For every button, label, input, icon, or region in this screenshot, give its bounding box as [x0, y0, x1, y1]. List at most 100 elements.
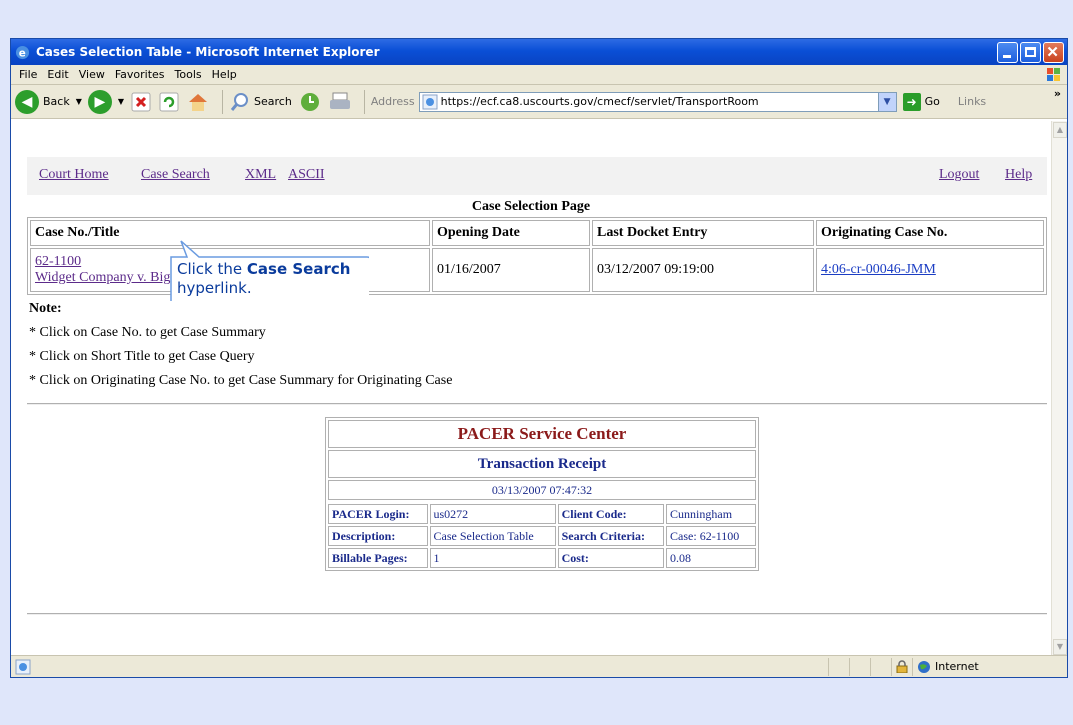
history-button[interactable] [298, 90, 322, 114]
receipt-label: Cost: [557, 548, 665, 568]
history-icon [300, 92, 319, 111]
court-navbar: Court Home Case Search XML ASCII Logout … [27, 157, 1047, 195]
search-button[interactable]: Search [229, 91, 292, 113]
maximize-button[interactable] [1020, 41, 1041, 63]
menu-bar: File Edit View Favorites Tools Help [11, 65, 1067, 85]
help-link[interactable]: Help [1005, 167, 1032, 183]
print-icon [329, 92, 350, 109]
ie-icon: e [15, 45, 30, 59]
menu-favorites[interactable]: Favorites [115, 68, 165, 81]
links-button[interactable]: Links [958, 95, 986, 108]
status-panel [849, 657, 870, 676]
vertical-scrollbar[interactable]: ▲ ▼ [1051, 121, 1067, 656]
note-item: * Click on Case No. to get Case Summary [29, 325, 266, 340]
case-search-link[interactable]: Case Search [141, 167, 210, 183]
minimize-button[interactable] [997, 41, 1018, 63]
stop-icon [131, 92, 151, 111]
close-button[interactable] [1043, 41, 1064, 63]
address-dropdown-icon[interactable]: ▼ [877, 92, 896, 111]
callout-text: Click the Case Search hyperlink. [177, 260, 365, 298]
back-label: Back [43, 95, 70, 108]
receipt-label: Billable Pages: [328, 548, 428, 568]
court-home-link[interactable]: Court Home [39, 167, 109, 183]
toolbar-separator [363, 89, 365, 114]
search-icon [230, 92, 249, 111]
refresh-icon [159, 92, 179, 111]
page-icon [422, 94, 438, 109]
transaction-receipt: PACER Service Center Transaction Receipt… [325, 417, 759, 571]
menu-tools[interactable]: Tools [175, 68, 202, 81]
receipt-label: Client Code: [557, 504, 665, 524]
scroll-down-icon[interactable]: ▼ [1053, 639, 1067, 655]
status-bar: Internet [11, 655, 1067, 677]
receipt-value: Case Selection Table [429, 526, 556, 546]
table-row: Billable Pages: 1 Cost: 0.08 [328, 548, 756, 568]
receipt-title: PACER Service Center [328, 420, 756, 448]
receipt-subtitle: Transaction Receipt [328, 450, 756, 478]
window-title: Cases Selection Table - Microsoft Intern… [36, 45, 380, 59]
home-button[interactable] [186, 91, 210, 113]
forward-arrow-icon: ▶ [87, 89, 112, 114]
zone-panel: Internet [912, 657, 1067, 676]
receipt-value: 0.08 [666, 548, 756, 568]
col-header-originating: Originating Case No. [816, 220, 1044, 246]
back-button[interactable]: ◀ Back ▼ [15, 89, 82, 114]
address-label: Address [370, 95, 415, 108]
receipt-label: Search Criteria: [557, 526, 665, 546]
xml-link[interactable]: XML [245, 167, 276, 183]
receipt-table: PACER Login: us0272 Client Code: Cunning… [326, 502, 758, 570]
note-item: * Click on Short Title to get Case Query [29, 349, 255, 364]
receipt-value: 1 [429, 548, 556, 568]
back-dropdown-icon[interactable]: ▼ [76, 97, 82, 106]
receipt-date: 03/13/2007 07:47:32 [328, 480, 756, 500]
receipt-label: Description: [328, 526, 428, 546]
col-header-opening-date: Opening Date [432, 220, 590, 246]
go-label: Go [924, 95, 940, 108]
forward-dropdown-icon[interactable]: ▼ [118, 97, 124, 106]
globe-icon [918, 660, 930, 673]
receipt-value: Cunningham [666, 504, 756, 524]
originating-cell: 4:06-cr-00046-JMM [816, 248, 1044, 292]
svg-text:e: e [19, 47, 26, 59]
address-url: https://ecf.ca8.uscourts.gov/cmecf/servl… [440, 95, 759, 108]
opening-date-cell: 01/16/2007 [432, 248, 590, 292]
toolbar-chevron[interactable]: » [1054, 87, 1061, 100]
table-row: Description: Case Selection Table Search… [328, 526, 756, 546]
print-button[interactable] [328, 91, 352, 113]
search-label: Search [254, 95, 292, 108]
go-button[interactable]: ➜ Go [902, 92, 940, 111]
stop-button[interactable] [130, 91, 152, 113]
note-item: * Click on Originating Case No. to get C… [29, 373, 453, 388]
menu-file[interactable]: File [19, 68, 37, 81]
scroll-up-icon[interactable]: ▲ [1053, 122, 1067, 138]
page-title: Case Selection Page [471, 199, 591, 214]
callout-bold: Case Search [246, 260, 351, 278]
forward-button[interactable]: ▶ ▼ [87, 89, 124, 114]
divider [27, 403, 1047, 405]
address-bar[interactable]: https://ecf.ca8.uscourts.gov/cmecf/servl… [418, 91, 897, 112]
case-number-link[interactable]: 62-1100 [35, 254, 81, 269]
page-status-icon [15, 659, 31, 674]
menu-edit[interactable]: Edit [47, 68, 68, 81]
receipt-value: Case: 62-1100 [666, 526, 756, 546]
lock-icon [891, 657, 912, 676]
menu-view[interactable]: View [79, 68, 105, 81]
refresh-button[interactable] [158, 91, 180, 113]
windows-logo-icon [1047, 68, 1060, 81]
back-arrow-icon: ◀ [15, 89, 39, 114]
toolbar: ◀ Back ▼ ▶ ▼ Search Address https://ecf.… [11, 85, 1067, 119]
browser-window: e Cases Selection Table - Microsoft Inte… [10, 38, 1068, 678]
ascii-link[interactable]: ASCII [288, 167, 325, 183]
status-panel [828, 657, 849, 676]
logout-link[interactable]: Logout [939, 167, 979, 183]
callout-prefix: Click the [177, 260, 247, 278]
callout-suffix: hyperlink. [177, 279, 252, 297]
last-docket-cell: 03/12/2007 09:19:00 [592, 248, 814, 292]
menu-help[interactable]: Help [212, 68, 237, 81]
col-header-last-docket: Last Docket Entry [592, 220, 814, 246]
go-arrow-icon: ➜ [902, 92, 921, 111]
home-icon [189, 93, 208, 111]
note-heading: Note: [29, 301, 62, 316]
page-content: Court Home Case Search XML ASCII Logout … [11, 121, 1051, 656]
originating-case-link[interactable]: 4:06-cr-00046-JMM [821, 262, 936, 277]
